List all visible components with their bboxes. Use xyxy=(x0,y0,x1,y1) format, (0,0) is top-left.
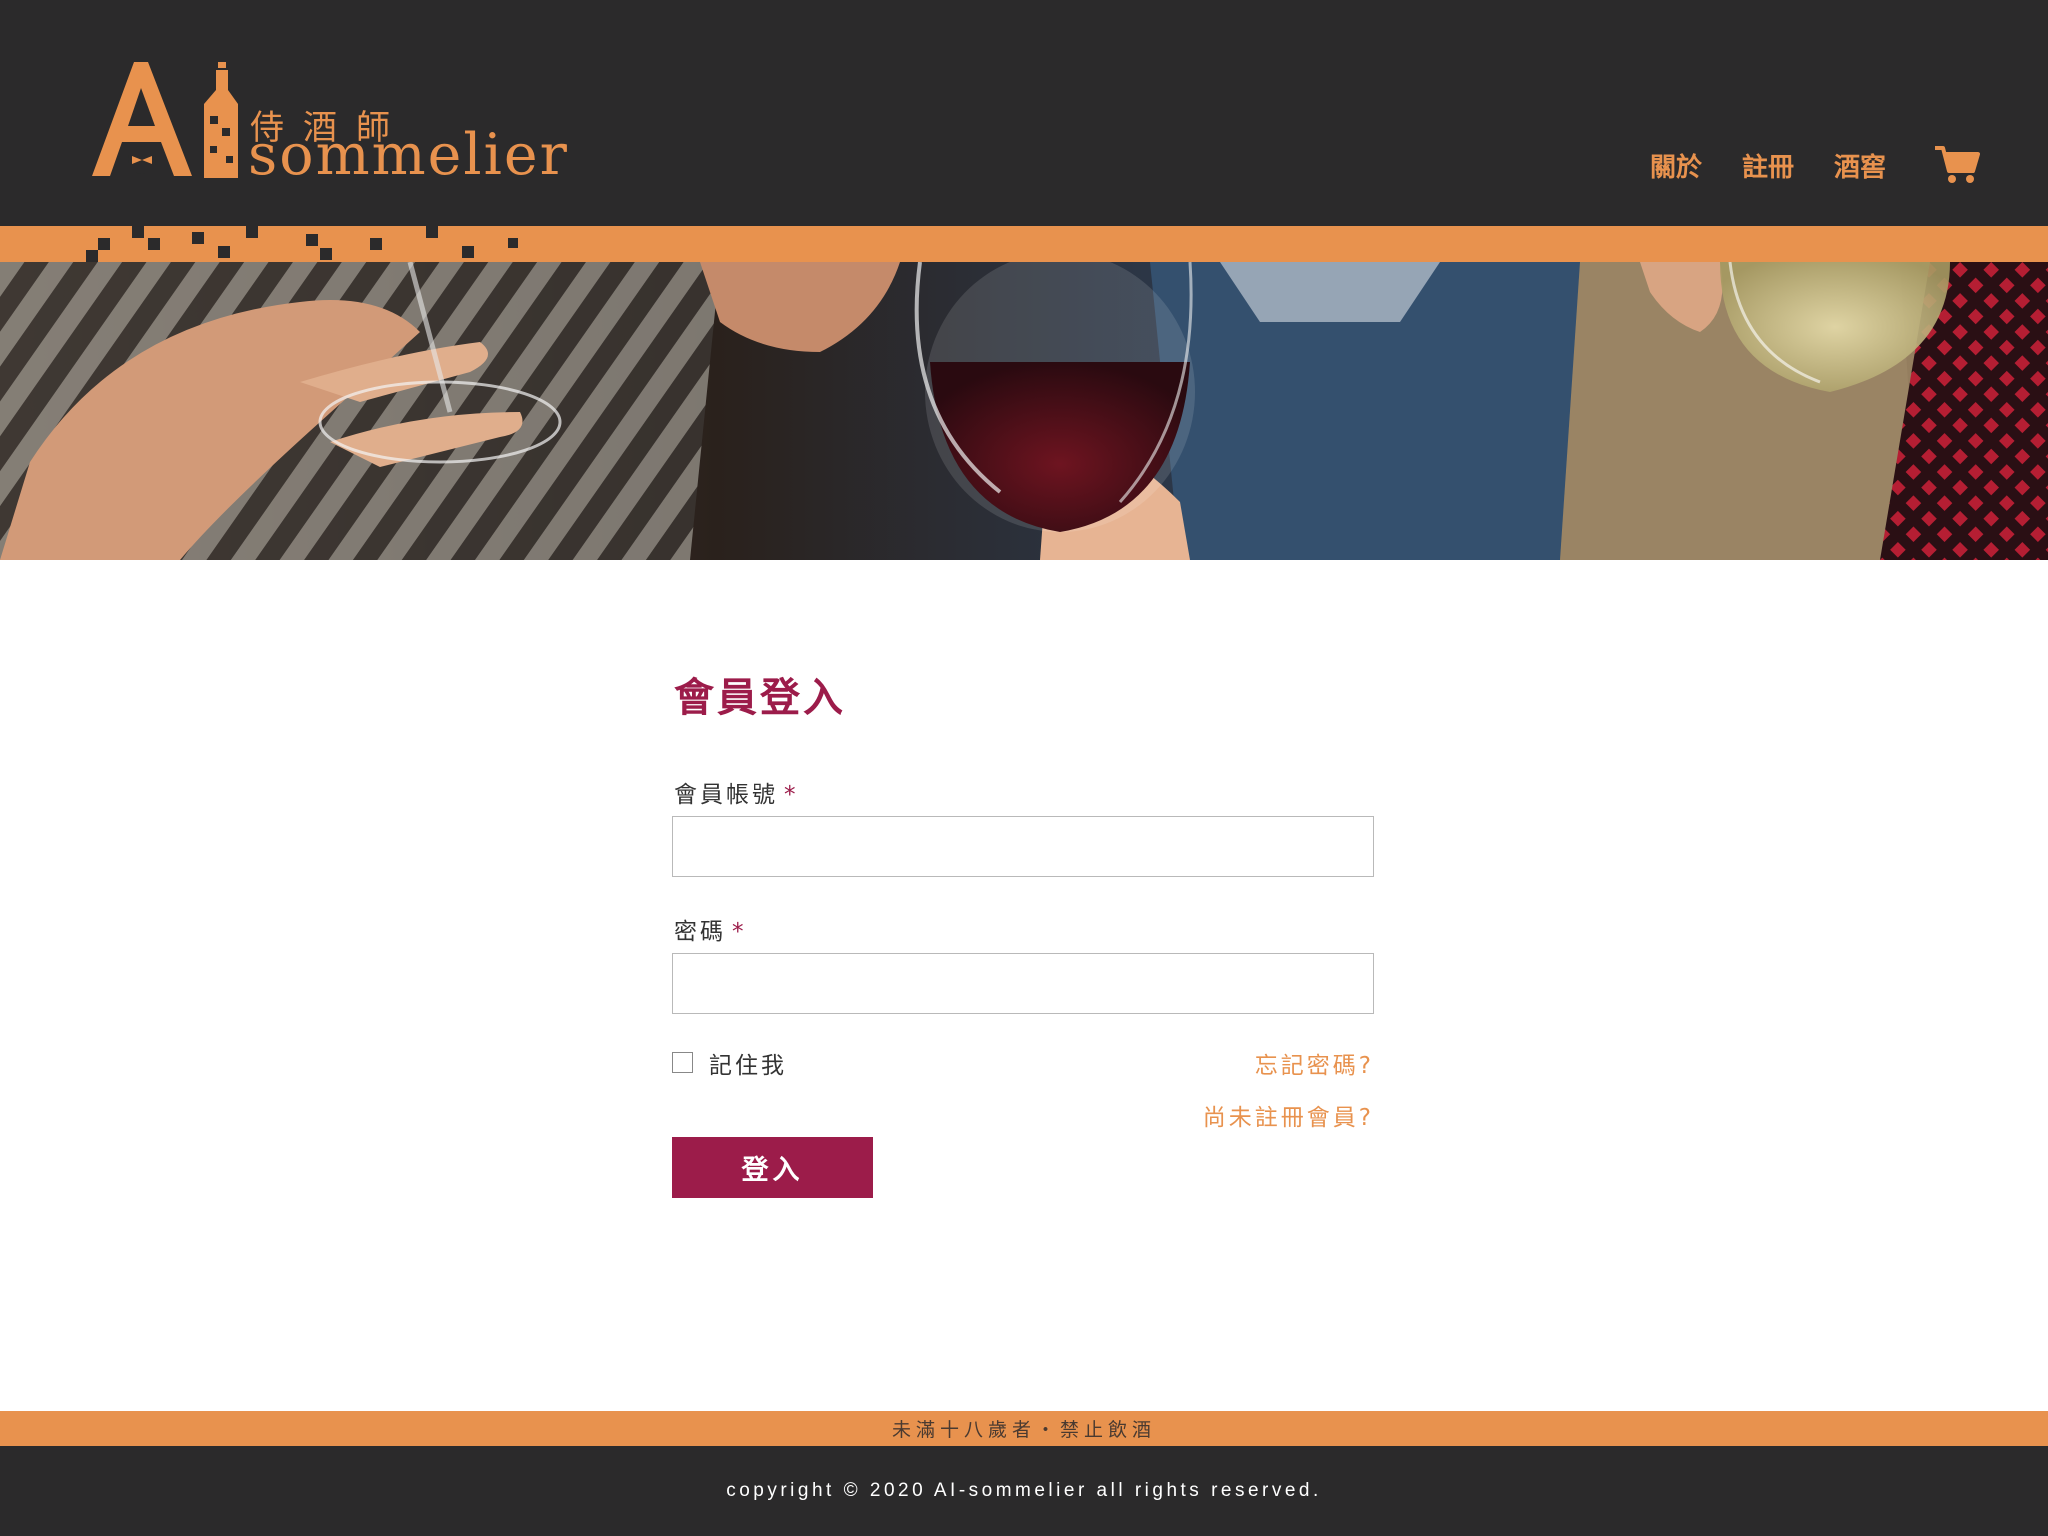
remember-me-checkbox[interactable] xyxy=(672,1052,693,1073)
password-label-text: 密碼 xyxy=(674,919,726,945)
wine-toast-photo xyxy=(0,262,2048,560)
register-link[interactable]: 尚未註冊會員? xyxy=(1203,1098,1374,1132)
required-mark: * xyxy=(732,919,747,945)
forgot-password-link[interactable]: 忘記密碼? xyxy=(1255,1046,1374,1080)
logo-ai-mark xyxy=(92,62,238,178)
hero-image xyxy=(0,262,2048,560)
nav-item-cellar[interactable]: 酒窖 xyxy=(1834,147,1886,184)
password-input[interactable] xyxy=(672,953,1374,1014)
nav-item-register[interactable]: 註冊 xyxy=(1742,147,1794,184)
brand-logo[interactable]: 侍酒師 sommelier xyxy=(88,60,567,188)
age-warning-band: 未滿十八歲者・禁止飲酒 xyxy=(0,1411,2048,1446)
password-label: 密碼 * xyxy=(674,912,747,946)
remember-me-label[interactable]: 記住我 xyxy=(709,1046,787,1080)
nav-item-about[interactable]: 關於 xyxy=(1650,147,1702,184)
copyright-text: copyright © 2020 AI-sommelier all rights… xyxy=(726,1480,1322,1501)
login-button[interactable]: 登入 xyxy=(672,1137,873,1198)
required-mark: * xyxy=(784,782,799,808)
site-header: 侍酒師 sommelier 關於 註冊 酒窖 xyxy=(0,0,2048,226)
logo-english-text: sommelier xyxy=(248,122,569,188)
main-nav: 關於 註冊 酒窖 xyxy=(1610,145,1980,185)
page-title: 會員登入 xyxy=(674,675,846,721)
username-label: 會員帳號 * xyxy=(674,775,799,809)
cart-icon[interactable] xyxy=(1934,145,1980,185)
pixel-decoration xyxy=(86,226,518,262)
site-footer: copyright © 2020 AI-sommelier all rights… xyxy=(0,1446,2048,1536)
age-warning-text: 未滿十八歲者・禁止飲酒 xyxy=(891,1419,1156,1441)
login-form: 會員登入 會員帳號 * 密碼 * 記住我 忘記密碼? 尚未註冊會員? 登入 xyxy=(672,665,1374,1198)
username-input[interactable] xyxy=(672,816,1374,877)
username-label-text: 會員帳號 xyxy=(674,782,778,808)
